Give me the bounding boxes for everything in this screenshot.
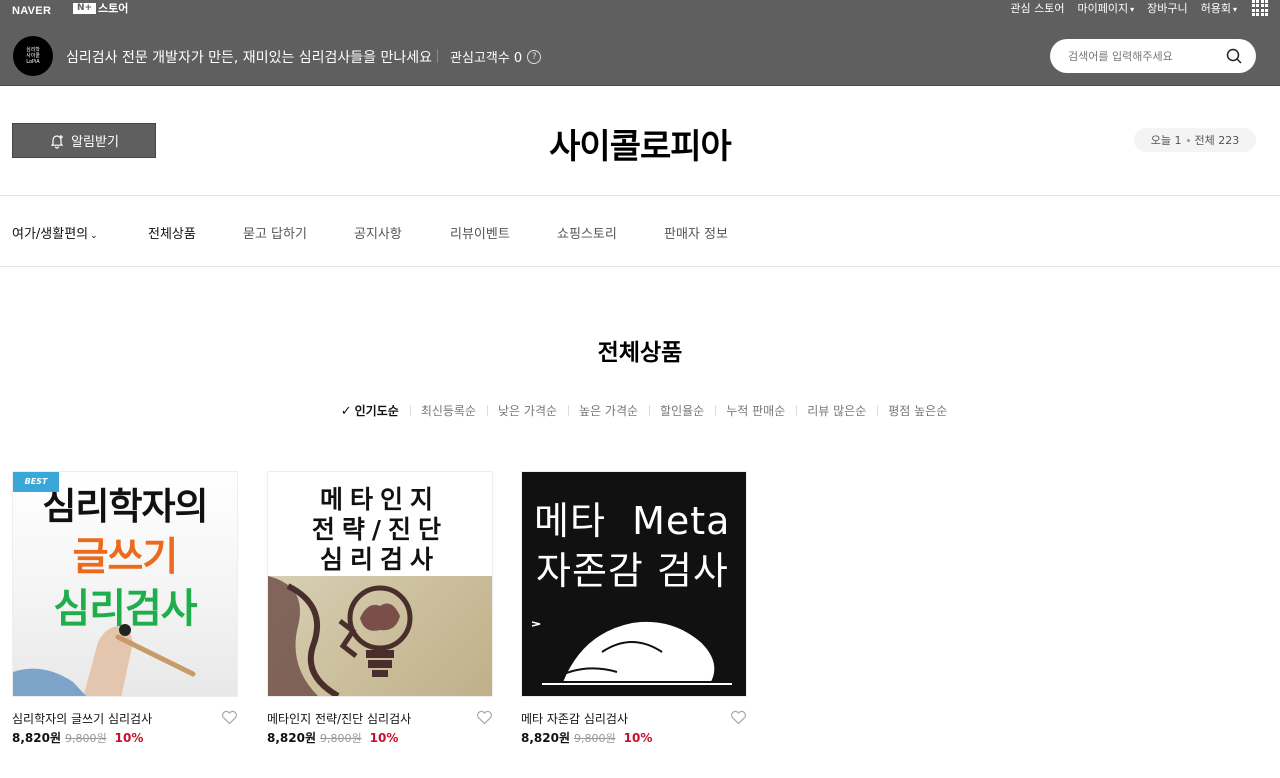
user-menu[interactable]: 허용회 ▾: [1201, 0, 1237, 16]
store-profile-avatar[interactable]: 심리학 사이콜 LoPiA: [13, 36, 53, 76]
thumb-text: 심리검사: [319, 545, 440, 574]
sort-rating[interactable]: 평점 높은순: [877, 402, 958, 419]
nav-review-event[interactable]: 리뷰이벤트: [450, 223, 510, 242]
thumb-text: 글쓰기: [72, 535, 179, 580]
user-name: 허용회: [1200, 2, 1231, 15]
original-price: 9,800원: [574, 732, 616, 745]
store-header: 심리학 사이콜 LoPiA 심리검사 전문 개발자가 만든, 재미있는 심리검사…: [0, 25, 1280, 86]
nav-shopping-story[interactable]: 쇼핑스토리: [557, 223, 617, 242]
heart-icon[interactable]: [730, 710, 747, 725]
category-label: 여가/생활편의: [12, 227, 89, 242]
store-name[interactable]: 사이콜로피아: [0, 119, 1280, 168]
store-search-box: [1050, 39, 1256, 73]
search-icon[interactable]: [1226, 48, 1242, 64]
check-icon: ✓: [340, 404, 352, 419]
visitor-total: 전체 223: [1194, 134, 1240, 147]
category-nav: 여가/생활편의 ⌄ 전체상품 묻고 답하기 공지사항 리뷰이벤트 쇼핑스토리 판매…: [0, 196, 1280, 267]
product-thumbnail[interactable]: BEST 심리학자의 글쓰기 심리검사: [12, 471, 238, 697]
nav-seller-info[interactable]: 판매자 정보: [664, 223, 728, 242]
visitor-today: 오늘 1: [1150, 134, 1182, 147]
nav-all-products[interactable]: 전체상품: [148, 223, 196, 242]
visitor-counter: 오늘 1 전체 223: [1134, 128, 1256, 152]
mypage-label: 마이페이지: [1077, 2, 1129, 15]
store-description: 심리검사 전문 개발자가 만든, 재미있는 심리검사들을 만나세요: [66, 50, 433, 66]
naver-logo[interactable]: NAVER: [12, 5, 51, 17]
sort-discount[interactable]: 할인율순: [649, 402, 715, 419]
chevron-down-icon: ▾: [1130, 5, 1135, 14]
store-title-area: 알림받기 사이콜로피아 오늘 1 전체 223: [0, 86, 1280, 196]
product-card[interactable]: 메타 Meta 자존감 검사 메타 자존감 심리검사 8,820원 9,800원…: [521, 471, 747, 745]
product-thumbnail[interactable]: 메타 Meta 자존감 검사: [521, 471, 747, 697]
sort-high-price[interactable]: 높은 가격순: [568, 402, 649, 419]
lightbulb-brain-art: [268, 576, 492, 696]
sort-low-price[interactable]: 낮은 가격순: [487, 402, 568, 419]
mypage-link[interactable]: 마이페이지 ▾: [1078, 0, 1135, 16]
gnb-right-links: 관심 스토어 마이페이지 ▾ 장바구니 허용회 ▾: [1010, 0, 1268, 16]
header-divider: [437, 49, 438, 63]
fav-stores-link[interactable]: 관심 스토어: [1010, 0, 1064, 16]
cart-link[interactable]: 장바구니: [1147, 0, 1187, 16]
apps-grid-icon[interactable]: [1252, 0, 1268, 16]
heart-icon[interactable]: [476, 710, 493, 725]
heart-icon[interactable]: [221, 710, 238, 725]
original-price: 9,800원: [320, 732, 362, 745]
nav-notice[interactable]: 공지사항: [354, 223, 402, 242]
price-row: 8,820원 9,800원 10%: [12, 729, 143, 746]
chevron-down-icon: ▾: [1232, 5, 1237, 14]
nav-qna[interactable]: 묻고 답하기: [243, 223, 307, 242]
sale-price: 8,820원: [267, 731, 316, 745]
category-dropdown[interactable]: 여가/생활편의 ⌄: [12, 223, 98, 242]
naver-plus-badge: N+: [73, 2, 96, 14]
sort-options: ✓ 인기도순 최신등록순 낮은 가격순 높은 가격순 할인율순 누적 판매순 리뷰…: [0, 402, 1280, 419]
product-name[interactable]: 심리학자의 글쓰기 심리검사: [12, 710, 152, 727]
product-name[interactable]: 메타인지 전략/진단 심리검사: [267, 710, 411, 727]
best-badge: BEST: [13, 472, 59, 492]
thumb-text: 메타 Meta: [534, 499, 731, 543]
help-icon[interactable]: ?: [527, 49, 542, 64]
profile-line: LoPiA: [26, 59, 40, 65]
sort-popular[interactable]: ✓ 인기도순: [330, 402, 410, 419]
naver-plus-store-link[interactable]: N+ 스토어: [73, 1, 128, 15]
product-card[interactable]: 메타인지 전략/진단 심리검사 메타인지 전략/진단 심리검사 8,820원 9…: [267, 471, 493, 745]
product-name[interactable]: 메타 자존감 심리검사: [521, 710, 628, 727]
sort-sales[interactable]: 누적 판매순: [715, 402, 796, 419]
search-input[interactable]: [1068, 47, 1228, 65]
thumb-text: 자존감 검사: [536, 549, 729, 593]
store-label: 스토어: [98, 2, 129, 15]
hand-pen-illustration: [13, 624, 196, 696]
sale-price: 8,820원: [12, 731, 61, 745]
discount-rate: 10%: [623, 731, 653, 745]
sort-label: 인기도순: [354, 404, 399, 418]
sleeping-person-illustration: [531, 610, 732, 685]
discount-rate: 10%: [369, 731, 399, 745]
sort-reviews[interactable]: 리뷰 많은순: [796, 402, 877, 419]
original-price: 9,800원: [65, 732, 107, 745]
fan-count: 관심고객수 0 ?: [450, 47, 542, 66]
price-row: 8,820원 9,800원 10%: [521, 729, 652, 746]
product-card[interactable]: BEST 심리학자의 글쓰기 심리검사 심리학자의 글쓰기 심리검사 8,820…: [12, 471, 238, 745]
global-nav-bar: NAVER N+ 스토어 관심 스토어 마이페이지 ▾ 장바구니 허용회 ▾: [0, 0, 1280, 25]
fan-count-label: 관심고객수 0: [450, 51, 523, 66]
chevron-down-icon: ⌄: [90, 231, 98, 241]
price-row: 8,820원 9,800원 10%: [267, 729, 398, 746]
section-title: 전체상품: [597, 340, 683, 366]
dot-separator: [1186, 138, 1190, 142]
product-thumbnail[interactable]: 메타인지 전략/진단 심리검사: [267, 471, 493, 697]
sale-price: 8,820원: [521, 731, 570, 745]
discount-rate: 10%: [114, 731, 144, 745]
sort-newest[interactable]: 최신등록순: [409, 402, 487, 419]
